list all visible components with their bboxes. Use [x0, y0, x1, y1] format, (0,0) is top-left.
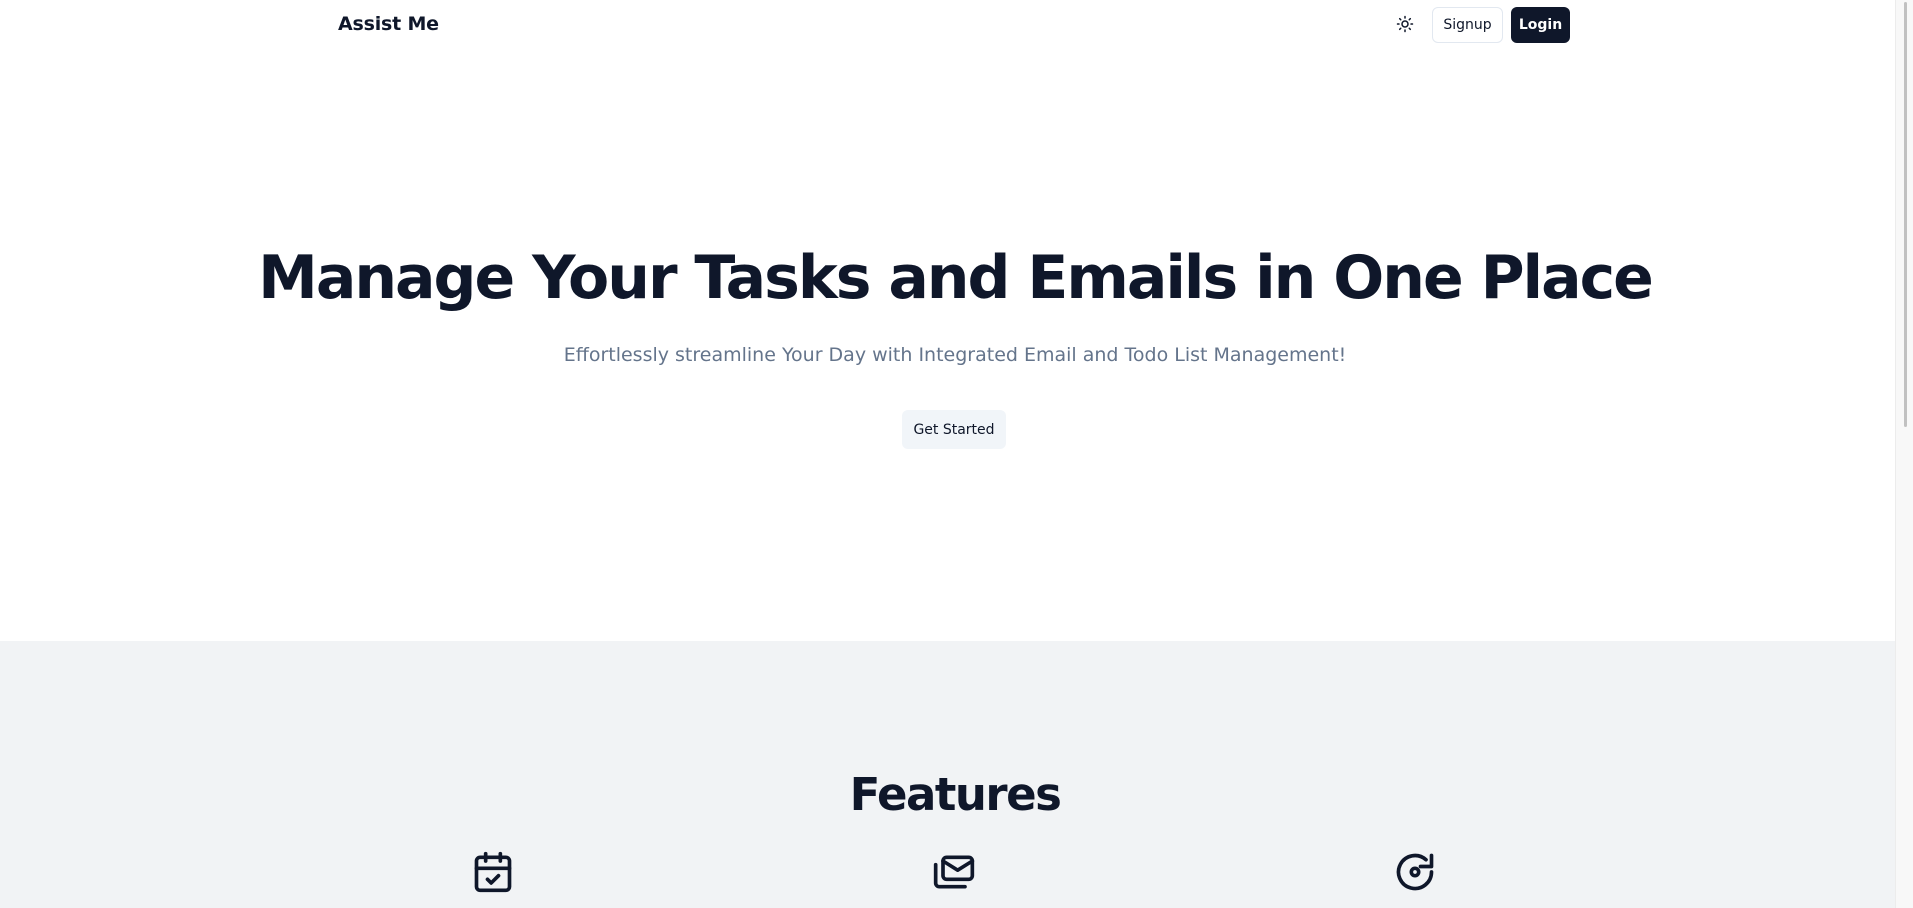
login-button[interactable]: Login [1511, 7, 1570, 43]
hero-title: Manage Your Tasks and Emails in One Plac… [258, 243, 1654, 313]
landing-page: Assist Me Signup Login Manage Your Tasks… [0, 0, 1913, 908]
features-section: Features [0, 641, 1895, 908]
sun-icon [1396, 15, 1414, 36]
signup-button[interactable]: Signup [1432, 7, 1503, 43]
get-started-button[interactable]: Get Started [902, 410, 1006, 449]
mail-stack-icon [931, 849, 977, 895]
page-scrollbar[interactable] [1895, 0, 1913, 908]
calendar-check-icon [470, 849, 516, 895]
features-title: Features [849, 768, 1062, 821]
brand-logo[interactable]: Assist Me [338, 13, 439, 35]
top-nav: Assist Me Signup Login [0, 0, 1895, 52]
theme-toggle-button[interactable] [1390, 10, 1420, 40]
refresh-cycle-icon [1392, 849, 1438, 895]
scrollbar-thumb[interactable] [1904, 2, 1907, 427]
hero-subtitle: Effortlessly streamline Your Day with In… [563, 344, 1347, 366]
hero-section: Manage Your Tasks and Emails in One Plac… [0, 52, 1895, 641]
